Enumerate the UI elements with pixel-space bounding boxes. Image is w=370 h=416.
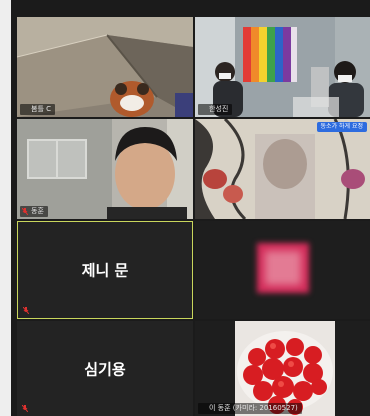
background-app-edge bbox=[0, 0, 11, 416]
microphone-muted-icon bbox=[22, 208, 28, 215]
participant-tile[interactable]: 이 동훈 (카미라: 20160527) bbox=[195, 321, 370, 416]
blurred-avatar-center bbox=[265, 251, 301, 285]
video-feed bbox=[17, 119, 193, 219]
participant-name-tag: 이 동훈 (카미라: 20160527) bbox=[198, 403, 302, 414]
participant-tile[interactable]: 한성진 bbox=[195, 17, 370, 117]
video-feed bbox=[235, 321, 335, 416]
video-feed bbox=[195, 119, 370, 219]
participant-label: 동소가 하게 요정 bbox=[316, 122, 367, 132]
participant-name: 제니 문 bbox=[81, 261, 129, 280]
participant-name-tag: 동훈 bbox=[20, 206, 48, 217]
participant-name: 심기용 bbox=[84, 360, 126, 378]
video-feed bbox=[195, 17, 370, 117]
participant-tile[interactable]: 봄틀 C bbox=[17, 17, 193, 117]
participant-tile[interactable]: 동소가 하게 요정 bbox=[195, 119, 370, 219]
video-conference-window: 봄틀 C 한성진 동훈 동소가 하게 요정 제니 문 심기용 이 동훈 (카미라… bbox=[0, 0, 370, 416]
gallery-grid: 봄틀 C 한성진 동훈 동소가 하게 요정 제니 문 심기용 이 동훈 (카미라… bbox=[11, 0, 370, 416]
video-feed bbox=[17, 17, 193, 117]
microphone-muted-icon bbox=[23, 307, 29, 314]
participant-name-tag bbox=[21, 305, 36, 316]
participant-tile[interactable]: 동훈 bbox=[17, 119, 193, 219]
participant-name-tag: 봄틀 C bbox=[20, 104, 55, 115]
participant-name-tag bbox=[20, 403, 35, 414]
participant-tile[interactable]: 제니 문 bbox=[17, 221, 193, 319]
participant-name-tag: 한성진 bbox=[198, 104, 233, 115]
participant-tile[interactable]: 심기용 bbox=[17, 321, 193, 416]
microphone-muted-icon bbox=[22, 405, 28, 412]
participant-tile[interactable] bbox=[195, 221, 370, 319]
